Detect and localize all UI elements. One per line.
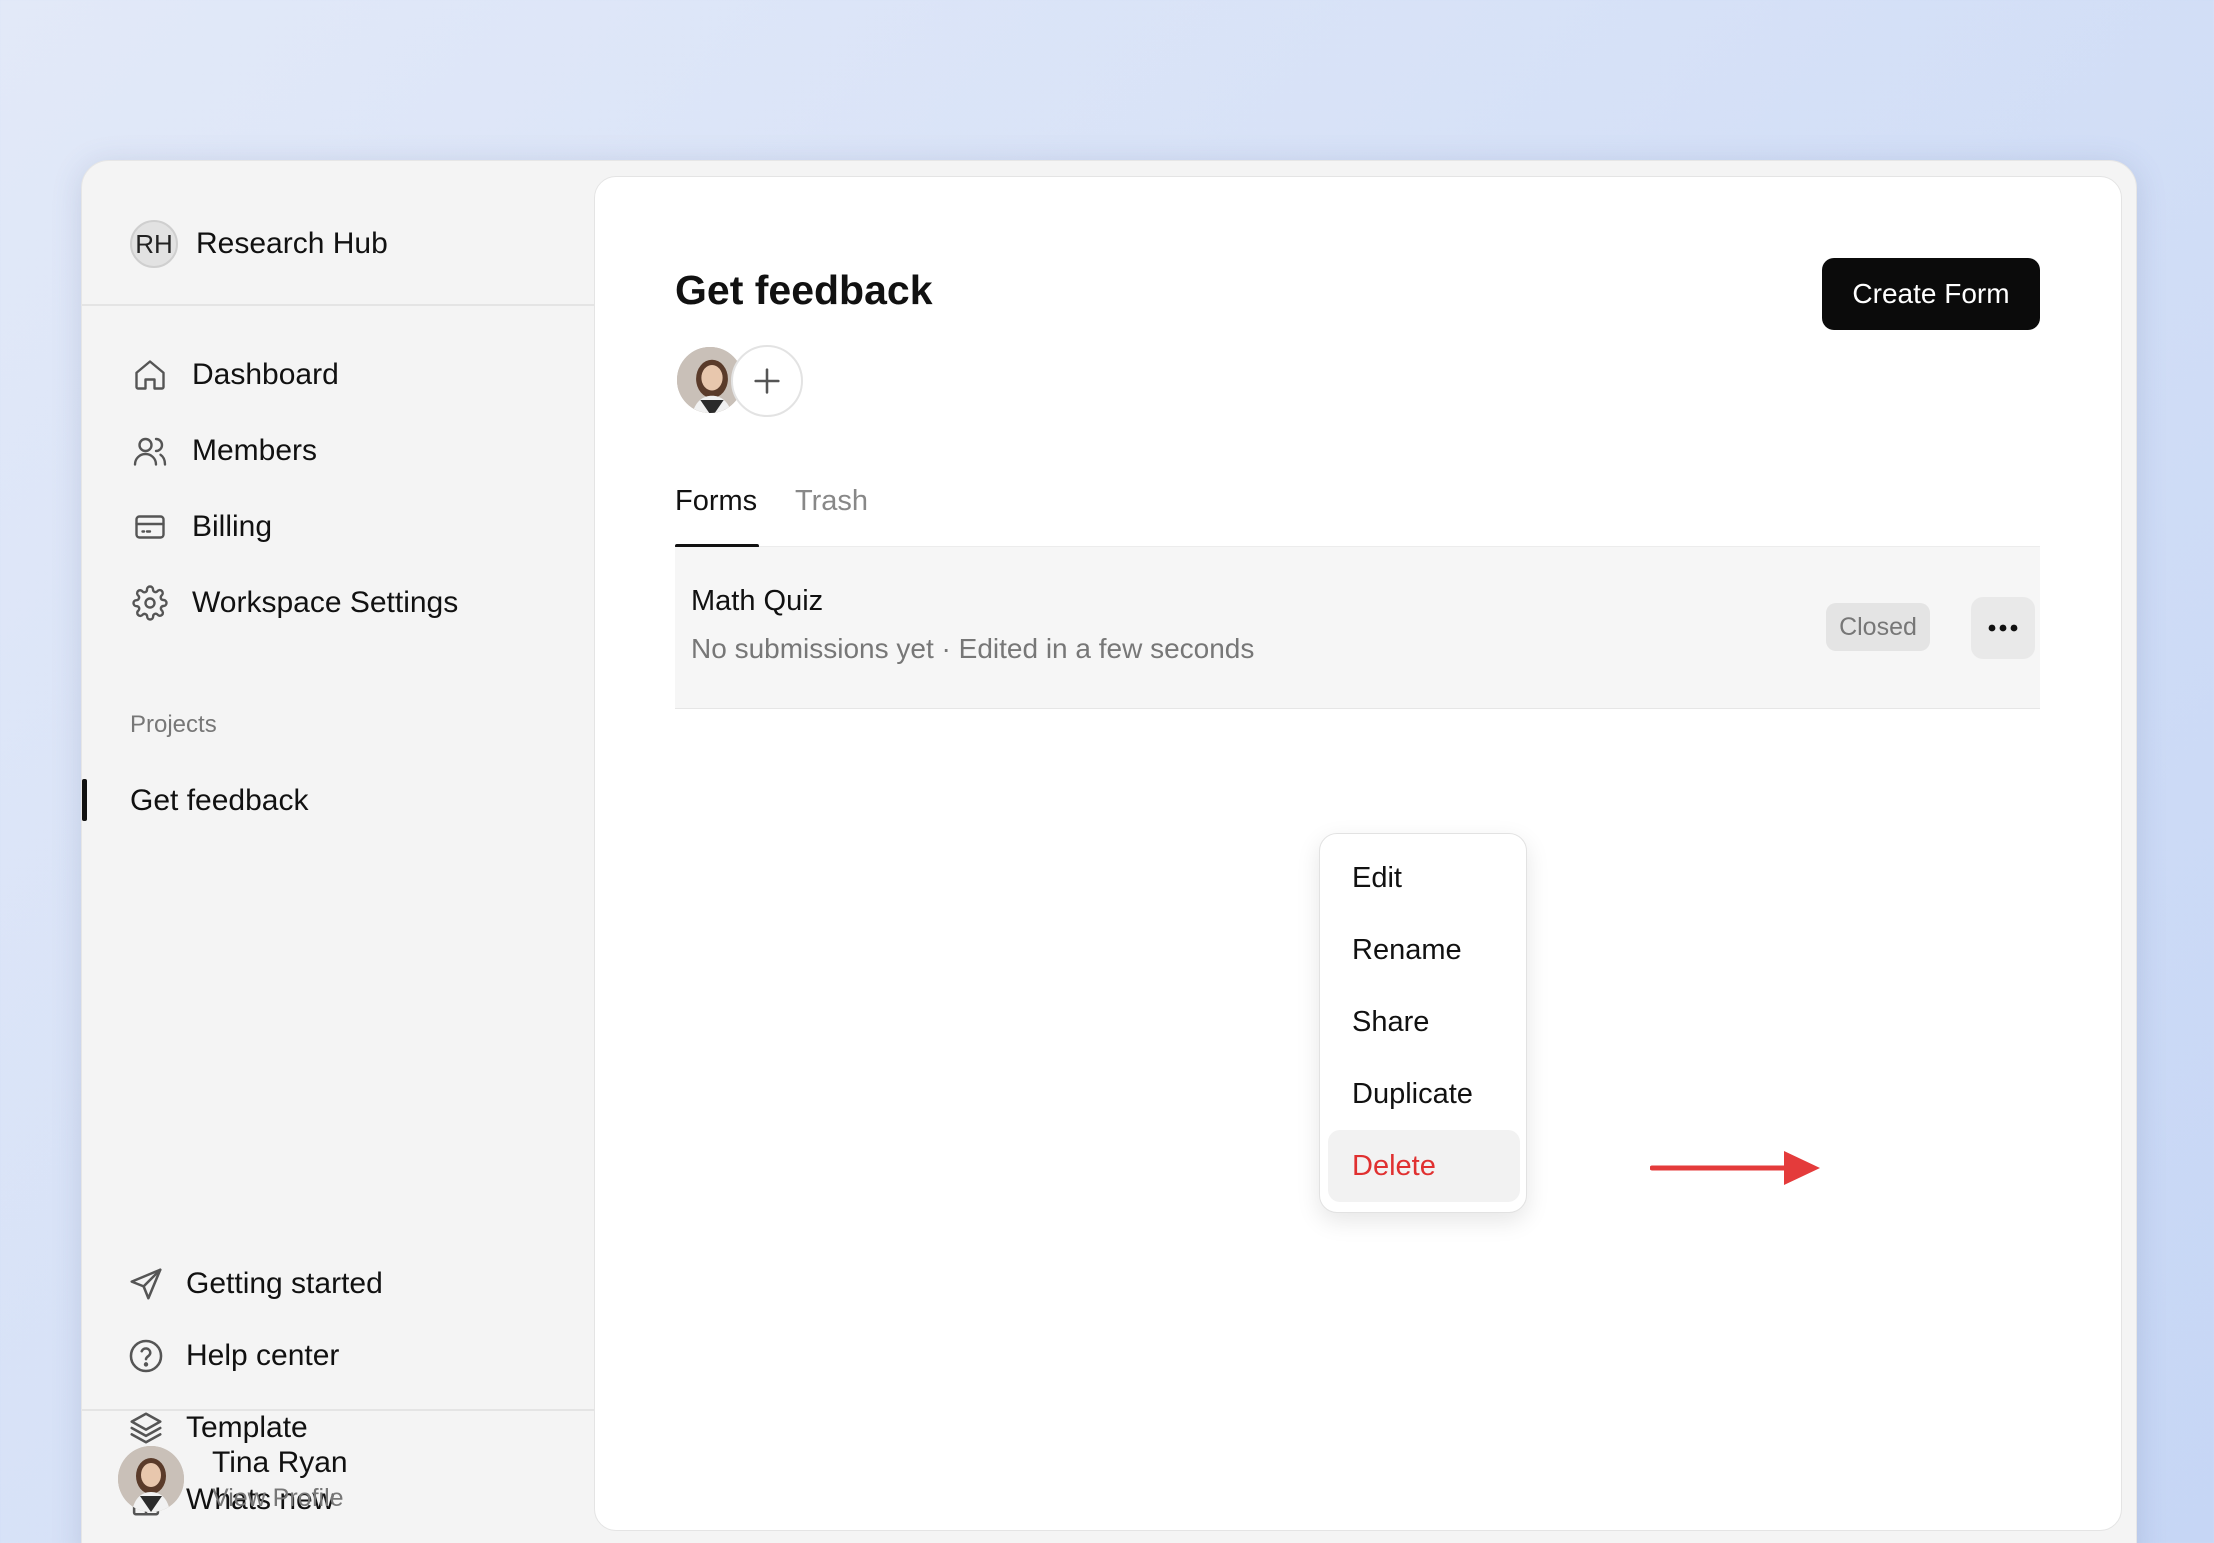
list-item[interactable]: Math Quiz No submissions yet · Edited in… [675,547,2040,709]
context-menu: Edit Rename Share Duplicate Delete [1319,833,1527,1213]
home-icon [130,355,170,395]
form-meta: No submissions yet · Edited in a few sec… [691,633,1255,664]
sidebar-item-members[interactable]: Members [130,423,550,479]
users-icon [130,431,170,471]
view-profile-link[interactable]: View Profile [212,1484,348,1513]
status-badge: Closed [1826,603,1930,651]
projects-section-label: Projects [130,711,217,738]
menu-item-edit[interactable]: Edit [1328,842,1520,914]
add-member-button[interactable] [731,345,803,417]
more-options-button[interactable] [1971,597,2035,659]
profile-button[interactable]: Tina Ryan View Profile [118,1434,558,1524]
sidebar-item-help-center[interactable]: Help center [126,1328,546,1384]
sidebar-item-label: Getting started [186,1267,383,1300]
sidebar-item-label: Billing [192,510,273,543]
sidebar: RH Research Hub Dashboard Members Billin… [82,161,613,1543]
form-title: Math Quiz [691,585,824,617]
more-horizontal-icon [1988,624,2018,632]
project-item-label: Get feedback [130,784,309,817]
sidebar-item-label: Help center [186,1339,340,1372]
workspace-name: Research Hub [196,227,388,260]
sidebar-item-label: Workspace Settings [192,586,459,619]
tab-trash[interactable]: Trash [795,485,868,518]
create-form-button[interactable]: Create Form [1822,258,2040,330]
avatar [118,1446,184,1512]
sidebar-item-getting-started[interactable]: Getting started [126,1256,546,1312]
tab-forms[interactable]: Forms [675,485,757,518]
menu-item-rename[interactable]: Rename [1328,914,1520,986]
active-indicator [82,779,87,821]
menu-item-delete[interactable]: Delete [1328,1130,1520,1202]
sidebar-item-billing[interactable]: Billing [130,499,550,555]
sidebar-item-label: Dashboard [192,358,339,391]
sidebar-divider [82,304,594,306]
credit-card-icon [130,507,170,547]
sidebar-item-label: Members [192,434,318,467]
send-icon [126,1264,166,1304]
menu-item-duplicate[interactable]: Duplicate [1328,1058,1520,1130]
sidebar-item-dashboard[interactable]: Dashboard [130,347,550,403]
help-circle-icon [126,1336,166,1376]
profile-name: Tina Ryan [212,1445,348,1479]
plus-icon [754,368,780,394]
sidebar-divider [82,1409,594,1411]
workspace-avatar: RH [130,220,178,268]
project-item-get-feedback[interactable]: Get feedback [130,776,308,826]
page-title: Get feedback [675,267,933,313]
gear-icon [130,583,170,623]
workspace-switcher[interactable]: RH Research Hub [130,211,630,277]
menu-item-share[interactable]: Share [1328,986,1520,1058]
sidebar-item-workspace-settings[interactable]: Workspace Settings [130,575,550,631]
annotation-arrow-icon [1650,1151,1820,1185]
app-window: RH Research Hub Dashboard Members Billin… [81,160,2137,1543]
